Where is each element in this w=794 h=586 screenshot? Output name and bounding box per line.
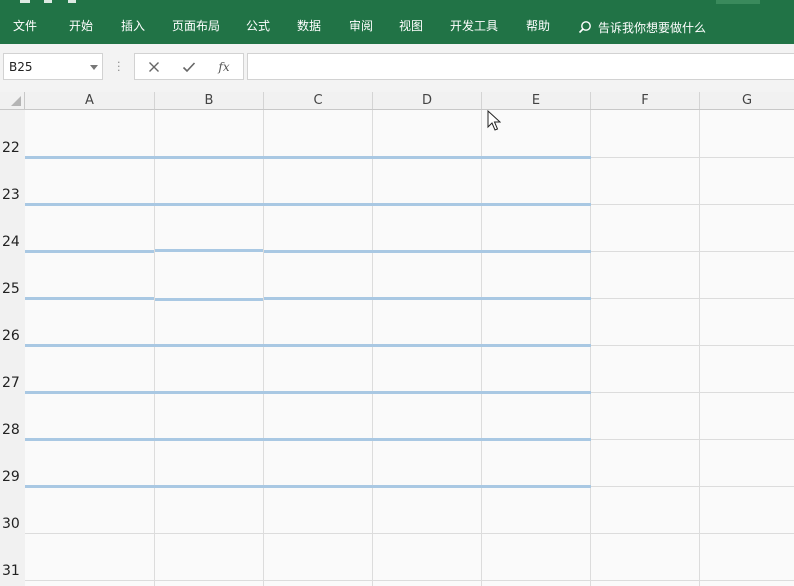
column-header-f[interactable]: F [591,92,700,109]
row-header-23[interactable]: 23 [0,187,25,203]
gridline [154,110,155,586]
cell-border [264,250,591,253]
gridline [25,533,794,534]
column-headers: A B C D E F G [0,92,794,110]
tab-home[interactable]: 开始 [69,19,93,33]
cell-border [25,250,154,253]
column-header-g[interactable]: G [700,92,794,109]
row-header-31[interactable]: 31 [0,563,25,579]
column-header-b[interactable]: B [155,92,264,109]
tab-data[interactable]: 数据 [297,19,321,33]
gridline [481,110,482,586]
name-box[interactable]: B25 [3,53,103,80]
ribbon: 文件 开始 插入 页面布局 公式 数据 审阅 视图 开发工具 帮助 告诉我你想要… [0,0,794,44]
cell-grid[interactable] [25,110,794,586]
column-header-e[interactable]: E [482,92,591,109]
cell-border [25,391,591,394]
select-all-button[interactable] [0,92,25,109]
tell-me-label: 告诉我你想要做什么 [598,20,707,35]
save-icon[interactable] [20,0,30,3]
row-header-27[interactable]: 27 [0,375,25,391]
row-header-29[interactable]: 29 [0,469,25,485]
column-header-a[interactable]: A [25,92,155,109]
gridline [263,110,264,586]
cell-border [25,156,591,159]
cell-border [25,438,591,441]
undo-icon[interactable] [44,0,52,3]
close-icon[interactable] [145,59,163,75]
row-header-26[interactable]: 26 [0,328,25,344]
mouse-cursor-icon [487,110,501,131]
tab-file[interactable]: 文件 [13,19,37,33]
tab-developer[interactable]: 开发工具 [450,19,498,33]
formula-input[interactable] [247,53,794,80]
splitter-handle[interactable]: · · · [117,57,121,76]
cell-border [25,344,591,347]
tab-page-layout[interactable]: 页面布局 [172,19,220,33]
row-header-28[interactable]: 28 [0,422,25,438]
cell-border [25,297,154,300]
tab-view[interactable]: 视图 [399,19,423,33]
name-box-value: B25 [9,60,33,74]
tab-help[interactable]: 帮助 [526,19,550,33]
insert-function-button[interactable]: fx [215,59,233,75]
row-header-22[interactable]: 22 [0,140,25,156]
check-icon[interactable] [180,59,198,75]
row-header-25[interactable]: 25 [0,281,25,297]
chevron-down-icon[interactable] [90,65,98,70]
select-all-icon [11,96,21,106]
row-headers: 22 23 24 25 26 27 28 29 30 31 [0,110,25,586]
formula-bar-area: B25 · · · fx [0,44,794,92]
row-header-24[interactable]: 24 [0,234,25,250]
gridline [372,110,373,586]
cell-border [155,249,263,252]
redo-icon[interactable] [68,0,76,3]
gridline [590,110,591,586]
tell-me-box[interactable]: 告诉我你想要做什么 [578,19,706,35]
formula-buttons: fx [134,53,244,80]
cell-border [264,297,591,300]
tab-insert[interactable]: 插入 [121,19,145,33]
gridline [25,580,794,581]
tab-formulas[interactable]: 公式 [246,19,270,33]
row-header-30[interactable]: 30 [0,516,25,532]
gridline [699,110,700,586]
search-icon [578,21,591,34]
cell-border [25,485,591,488]
cell-border [155,298,263,301]
column-header-c[interactable]: C [264,92,373,109]
tab-review[interactable]: 审阅 [349,19,373,33]
cell-border [25,203,591,206]
account-button[interactable] [716,0,760,4]
column-header-d[interactable]: D [373,92,482,109]
